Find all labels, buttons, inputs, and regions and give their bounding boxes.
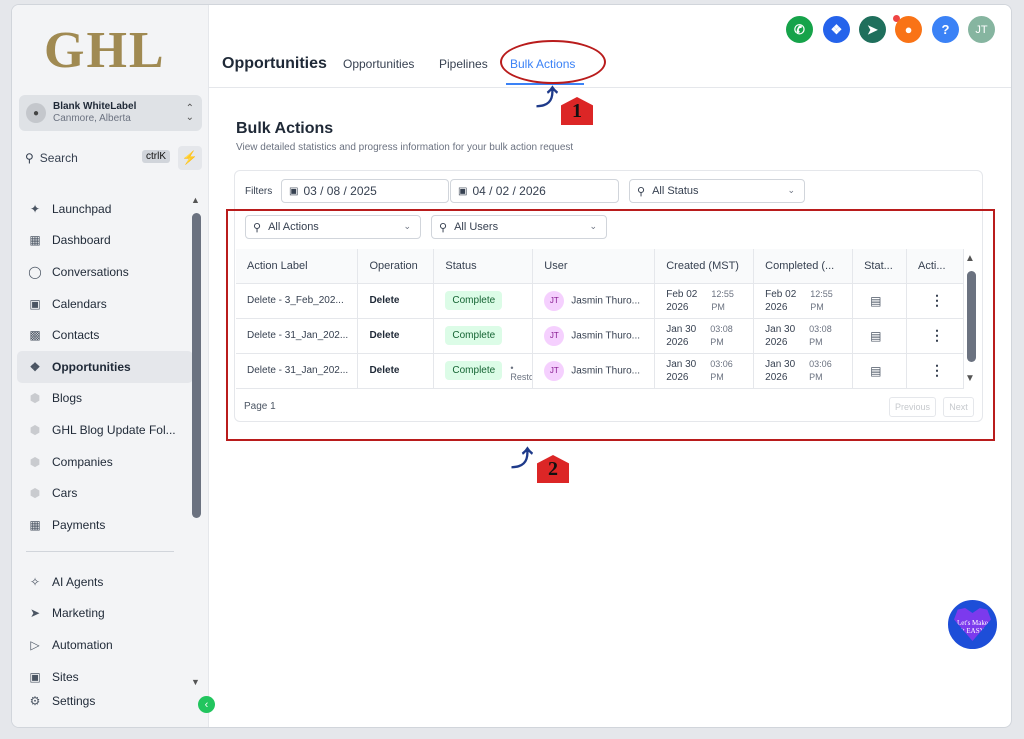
annotation-circle-1 — [500, 40, 606, 84]
account-name: Blank WhiteLabel — [53, 101, 137, 112]
sidebar-divider — [26, 551, 174, 552]
tab-pipelines[interactable]: Pipelines — [439, 57, 488, 71]
search-icon: ⚲ — [25, 151, 34, 165]
annotation-arrow-2-icon: ⤴ — [511, 446, 534, 471]
sidebar-item-label: AI Agents — [52, 574, 104, 589]
collapse-sidebar-icon[interactable]: ‹ — [198, 696, 215, 713]
date-from-field[interactable]: ▣ 03 / 08 / 2025 — [281, 179, 449, 203]
sidebar-item-launchpad[interactable]: ✦ Launchpad — [17, 193, 193, 225]
sidebar-item-payments[interactable]: ▦ Payments — [17, 509, 193, 541]
status-filter-select[interactable]: ⚲ All Status ⌄ — [629, 179, 805, 203]
cube-icon: ⬢ — [29, 391, 41, 406]
apps-icon[interactable]: ❖ — [823, 16, 850, 43]
sidebar-item-label: Companies — [52, 454, 113, 469]
gear-icon: ⚙ — [29, 694, 41, 708]
megaphone-icon[interactable]: ➤ — [859, 16, 886, 43]
sidebar-item-label: GHL Blog Update Fol... — [52, 422, 176, 437]
date-from-value: 03 / 08 / 2025 — [303, 184, 377, 198]
sidebar-item-label: Sites — [52, 669, 79, 684]
sidebar-item-label: Blogs — [52, 391, 83, 406]
send-icon: ➤ — [29, 606, 41, 621]
sidebar-item-label: Settings — [52, 694, 96, 708]
sidebar-item-label: Opportunities — [52, 359, 131, 374]
top-header: Opportunities Opportunities Pipelines Bu… — [209, 5, 1011, 88]
quick-actions-bolt-icon[interactable]: ⚡ — [178, 146, 202, 170]
cube-icon: ⬢ — [29, 486, 41, 501]
sparkle-icon: ✧ — [29, 574, 41, 589]
date-to-value: 04 / 02 / 2026 — [472, 184, 546, 198]
sidebar-item-label: Automation — [52, 637, 113, 652]
sidebar-item-automation[interactable]: ▷ Automation — [17, 629, 193, 661]
sidebar-item-opportunities[interactable]: ❖ Opportunities — [17, 350, 193, 383]
cube-icon: ⬢ — [29, 422, 41, 437]
sidebar-item-label: Contacts — [52, 328, 100, 343]
date-to-field[interactable]: ▣ 04 / 02 / 2026 — [450, 179, 619, 203]
annotation-arrow-1-icon: ⤴ — [536, 85, 559, 110]
calendar-icon: ▣ — [289, 185, 299, 197]
sidebar-item-contacts[interactable]: ▩ Contacts — [17, 319, 193, 351]
sidebar-item-calendars[interactable]: ▣ Calendars — [17, 288, 193, 320]
search-input[interactable]: ⚲ Search ctrlK — [19, 146, 174, 170]
sidebar-item-blogs[interactable]: ⬢ Blogs — [17, 383, 193, 415]
sidebar-item-cars[interactable]: ⬢ Cars — [17, 477, 193, 509]
sidebar-item-marketing[interactable]: ➤ Marketing — [17, 598, 193, 630]
sites-icon: ▣ — [29, 669, 41, 684]
sidebar-item-settings[interactable]: ⚙ Settings — [27, 691, 96, 711]
help-icon[interactable]: ? — [932, 16, 959, 43]
chevron-updown-icon: ⌃ ⌄ — [185, 103, 194, 123]
help-widget-button[interactable]: Let's Make It EASY — [945, 597, 1000, 652]
chevron-down-icon: ⌄ — [787, 185, 795, 195]
brand-logo[interactable]: GHL — [44, 21, 166, 80]
sidebar-item-label: Calendars — [52, 296, 107, 311]
sidebar-item-label: Cars — [52, 486, 78, 501]
sidebar-item-label: Launchpad — [52, 201, 112, 216]
calendar-icon: ▣ — [29, 296, 41, 311]
sidebar-scroll-up-icon[interactable]: ▲ — [191, 195, 200, 205]
sidebar-item-companies[interactable]: ⬢ Companies — [17, 446, 193, 478]
sidebar-nav: ✦ Launchpad ▦ Dashboard ◯ Conversations ▣ Ca… — [17, 193, 193, 541]
account-switcher[interactable]: ● Blank WhiteLabel Canmore, Alberta ⌃ ⌄ — [19, 95, 202, 131]
contacts-icon: ▩ — [29, 328, 41, 343]
sidebar-item-conversations[interactable]: ◯ Conversations — [17, 256, 193, 288]
automation-icon: ▷ — [30, 637, 40, 652]
sidebar-scroll-down-icon[interactable]: ▼ — [191, 677, 200, 687]
page-title: Opportunities — [222, 55, 327, 72]
search-shortcut: ctrlK — [142, 150, 170, 163]
sidebar-item-ai-agents[interactable]: ✧ AI Agents — [17, 566, 193, 598]
dashboard-icon: ▦ — [29, 233, 41, 248]
cube-icon: ⬢ — [29, 454, 41, 469]
status-filter-value: All Status — [652, 185, 699, 197]
sidebar-item-label: Conversations — [52, 264, 129, 279]
rocket-icon: ✦ — [29, 201, 41, 216]
account-location: Canmore, Alberta — [53, 113, 131, 124]
account-avatar-icon: ● — [26, 103, 46, 123]
section-title: Bulk Actions — [236, 120, 334, 137]
payments-icon: ▦ — [29, 517, 41, 532]
sidebar-item-label: Dashboard — [52, 233, 111, 248]
filters-label: Filters — [245, 186, 273, 197]
user-avatar[interactable]: JT — [968, 16, 995, 43]
sidebar-item-label: Marketing — [52, 606, 105, 621]
calendar-icon: ▣ — [458, 185, 468, 197]
sidebar-item-ghl-blog-update[interactable]: ⬢ GHL Blog Update Fol... — [17, 414, 193, 446]
sidebar-nav-bottom: ✧ AI Agents ➤ Marketing ▷ Automation ▣ Sites — [17, 566, 193, 692]
sidebar-scrollbar[interactable] — [192, 213, 201, 518]
sidebar: GHL ● Blank WhiteLabel Canmore, Alberta … — [12, 5, 209, 727]
tab-opportunities[interactable]: Opportunities — [343, 57, 414, 71]
chat-icon: ◯ — [28, 264, 42, 279]
section-subtitle: View detailed statistics and progress in… — [236, 142, 574, 153]
heart-logo-icon: Let's Make It EASY — [954, 608, 991, 641]
search-icon: ⚲ — [637, 185, 646, 198]
sidebar-item-sites[interactable]: ▣ Sites — [17, 661, 193, 693]
sidebar-item-label: Payments — [52, 517, 106, 532]
search-placeholder: Search — [39, 151, 78, 165]
annotation-box-2 — [226, 209, 995, 441]
opportunities-icon: ❖ — [29, 359, 41, 374]
sidebar-item-dashboard[interactable]: ▦ Dashboard — [17, 225, 193, 257]
bell-icon[interactable]: ● — [895, 16, 922, 43]
phone-icon[interactable]: ✆ — [786, 16, 813, 43]
